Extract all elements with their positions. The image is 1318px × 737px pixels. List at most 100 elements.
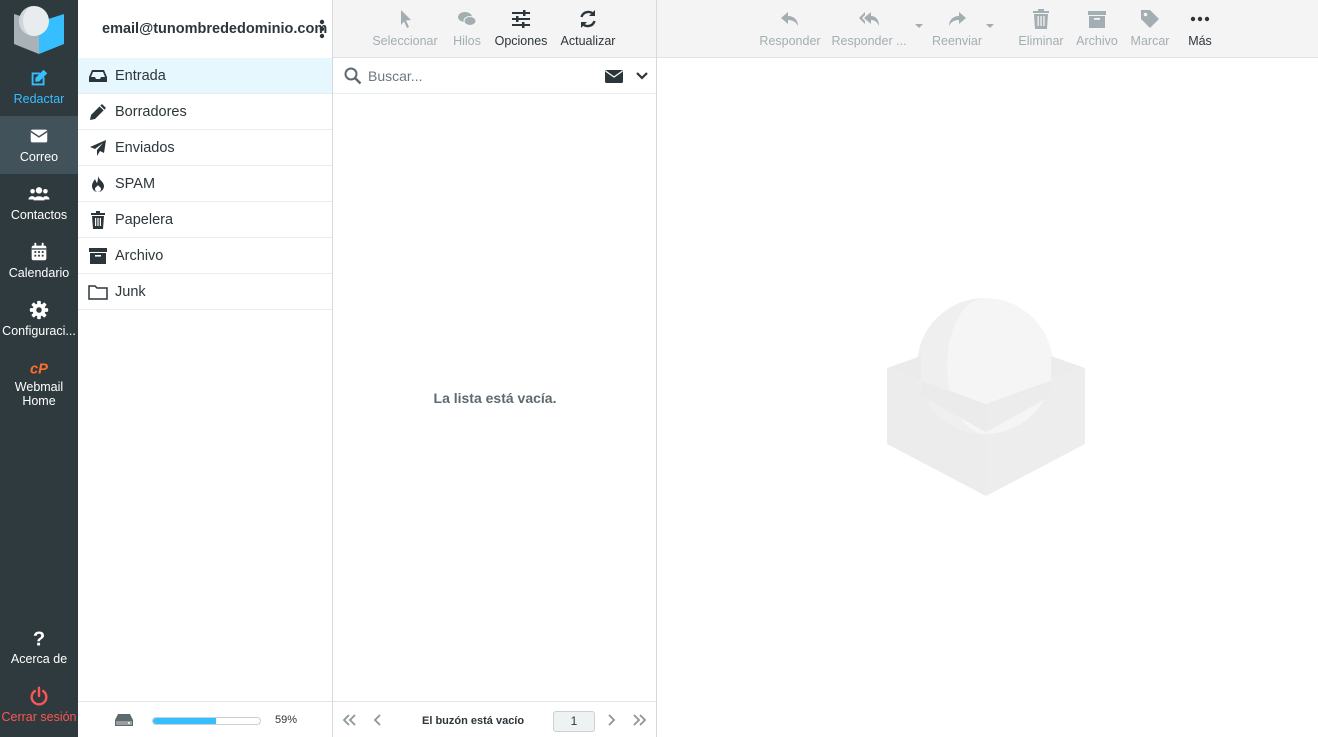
reply-all-label: Responder ...	[831, 34, 907, 48]
folder-icon	[88, 284, 108, 300]
reply-icon	[781, 12, 798, 26]
roundcube-watermark-logo	[887, 298, 1085, 496]
folder-archive[interactable]: Archivo	[78, 238, 332, 274]
calendar-label: Calendario	[8, 266, 70, 280]
mark-label: Marcar	[1130, 34, 1170, 48]
compose-button[interactable]: Redactar	[0, 58, 78, 116]
message-content-panel: Responder Responder ... Reenviar Elimina…	[657, 0, 1318, 737]
gear-icon	[29, 300, 49, 320]
delete-label: Eliminar	[1018, 34, 1064, 48]
archive-button[interactable]: Archivo	[1074, 0, 1120, 58]
folder-inbox[interactable]: Entrada	[78, 58, 332, 94]
select-button[interactable]: Seleccionar	[370, 0, 440, 58]
envelope-icon	[30, 129, 48, 143]
search-icon[interactable]	[344, 67, 362, 85]
pencil-icon	[90, 103, 106, 120]
folder-junk[interactable]: Junk	[78, 274, 332, 310]
logout-label: Cerrar sesión	[1, 710, 77, 724]
mail-label: Correo	[19, 150, 59, 164]
refresh-label: Actualizar	[560, 34, 616, 48]
threads-button[interactable]: Hilos	[448, 0, 486, 58]
main-nav: Redactar Correo Contactos Calendario Con…	[0, 0, 78, 737]
reply-options-caret-icon[interactable]	[914, 22, 924, 30]
folder-trash[interactable]: Papelera	[78, 202, 332, 238]
kebab-menu-icon[interactable]	[319, 19, 325, 39]
nav-item-calendar[interactable]: Calendario	[0, 232, 78, 290]
options-label: Opciones	[494, 34, 548, 48]
webmail-home-label: Webmail Home	[14, 380, 64, 408]
more-button[interactable]: Más	[1180, 0, 1220, 58]
folder-label: SPAM	[115, 175, 156, 192]
next-page-icon[interactable]	[603, 713, 619, 727]
account-header: email@tunombrededominio.com	[78, 0, 332, 58]
roundcube-logo	[14, 6, 64, 54]
folder-label: Papelera	[115, 211, 174, 228]
fire-icon	[92, 175, 104, 192]
reply-all-button[interactable]: Responder ...	[831, 0, 907, 58]
users-icon	[28, 187, 50, 201]
folder-drafts[interactable]: Borradores	[78, 94, 332, 130]
forward-icon	[949, 12, 966, 26]
reply-button[interactable]: Responder	[757, 0, 823, 58]
nav-item-mail[interactable]: Correo	[0, 116, 78, 174]
envelope-filter-icon[interactable]	[605, 70, 623, 83]
select-label: Seleccionar	[372, 34, 438, 48]
trash-icon	[91, 210, 105, 229]
settings-label: Configuraci...	[2, 324, 76, 338]
more-label: Más	[1188, 34, 1212, 48]
nav-item-contacts[interactable]: Contactos	[0, 174, 78, 232]
chevron-down-icon[interactable]	[636, 72, 648, 80]
question-icon: ?	[33, 628, 45, 649]
calendar-icon	[31, 242, 47, 261]
threads-label: Hilos	[453, 34, 481, 48]
archive-box-icon	[89, 247, 107, 264]
folder-label: Archivo	[115, 247, 164, 264]
list-toolbar: Seleccionar Hilos Opciones Actualizar	[333, 0, 656, 58]
archive-label: Archivo	[1076, 34, 1118, 48]
quota-percent: 59%	[275, 714, 298, 726]
quota-bar	[152, 717, 261, 725]
inbox-icon	[89, 69, 107, 82]
options-button[interactable]: Opciones	[493, 0, 549, 58]
folder-spam[interactable]: SPAM	[78, 166, 332, 202]
last-page-icon[interactable]	[632, 713, 648, 727]
refresh-button[interactable]: Actualizar	[558, 0, 618, 58]
reply-label: Responder	[759, 34, 821, 48]
previous-page-icon[interactable]	[370, 713, 386, 727]
page-number-input[interactable]: 1	[553, 711, 595, 732]
svg-text:cP: cP	[30, 362, 48, 378]
message-list-panel: Seleccionar Hilos Opciones Actualizar La…	[333, 0, 657, 737]
forward-button[interactable]: Reenviar	[931, 0, 983, 58]
folder-sent[interactable]: Enviados	[78, 130, 332, 166]
power-icon	[30, 686, 48, 706]
first-page-icon[interactable]	[341, 713, 357, 727]
contacts-label: Contactos	[10, 208, 68, 222]
quota-bar-fill	[153, 718, 217, 724]
svg-text:?: ?	[33, 628, 45, 649]
nav-item-settings[interactable]: Configuraci...	[0, 290, 78, 348]
refresh-icon	[580, 10, 596, 28]
folder-label: Borradores	[115, 103, 187, 120]
nav-item-about[interactable]: ? Acerca de	[0, 618, 78, 676]
compose-label: Redactar	[13, 92, 65, 106]
about-label: Acerca de	[10, 652, 68, 666]
sliders-icon	[512, 10, 530, 28]
logout-button[interactable]: Cerrar sesión	[0, 676, 78, 734]
delete-button[interactable]: Eliminar	[1016, 0, 1066, 58]
reply-all-icon	[859, 12, 879, 26]
account-email: email@tunombrededominio.com	[102, 21, 328, 37]
nav-item-webmail-home[interactable]: cP Webmail Home	[0, 348, 78, 412]
compose-icon	[31, 69, 48, 86]
search-input[interactable]	[368, 67, 588, 84]
mark-button[interactable]: Marcar	[1128, 0, 1172, 58]
cpanel-icon: cP	[30, 362, 48, 378]
forward-options-caret-icon[interactable]	[985, 22, 995, 30]
folder-label: Enviados	[115, 139, 175, 156]
ellipsis-icon	[1190, 16, 1210, 22]
message-toolbar: Responder Responder ... Reenviar Elimina…	[657, 0, 1318, 58]
folder-panel: email@tunombrededominio.com Entrada Borr…	[78, 0, 333, 737]
folder-label: Junk	[115, 283, 146, 300]
search-bar	[333, 58, 656, 94]
hard-drive-icon	[115, 714, 133, 726]
forward-label: Reenviar	[931, 34, 983, 48]
